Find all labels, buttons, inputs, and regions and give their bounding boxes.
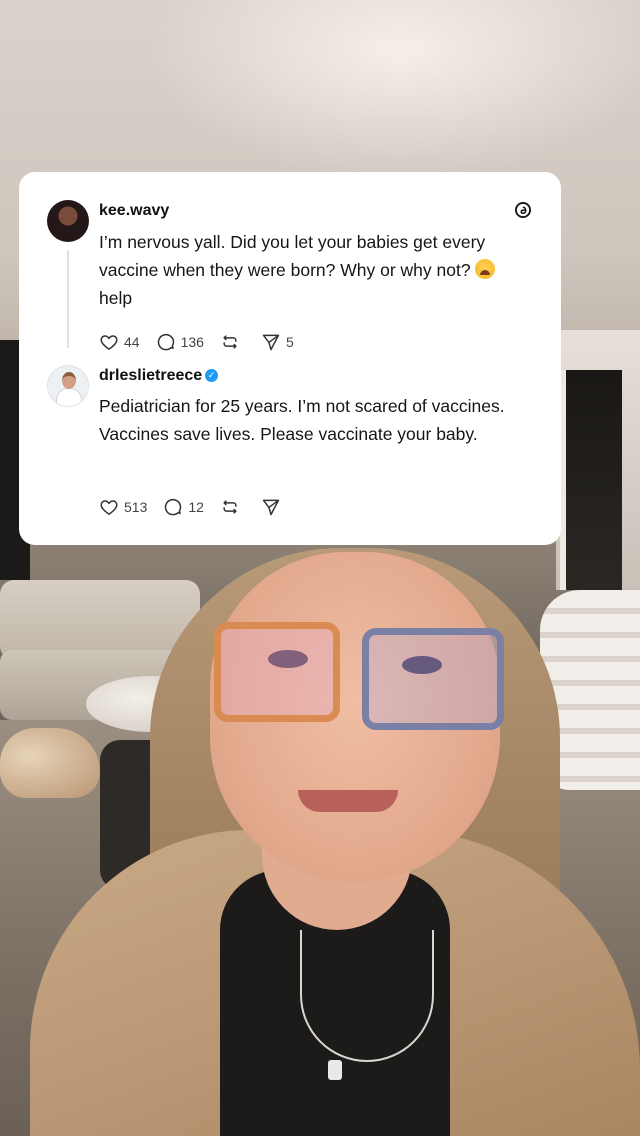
- original-post: kee.wavy I’m nervous yall. Did you let y…: [19, 172, 561, 357]
- threads-post-card: kee.wavy I’m nervous yall. Did you let y…: [19, 172, 561, 545]
- post-text: I’m nervous yall. Did you let your babie…: [99, 228, 521, 312]
- dog-background: [0, 728, 100, 798]
- verified-badge-icon: ✓: [205, 369, 218, 382]
- glasses-right-lens: [362, 628, 504, 730]
- reply-post: drleslietreece ✓ Pediatrician for 25 yea…: [19, 357, 561, 545]
- heart-icon: [100, 500, 118, 515]
- post-text-tail: help: [99, 288, 133, 308]
- reply-button[interactable]: 12: [163, 497, 204, 517]
- post-actions: 44 136 5: [99, 331, 310, 353]
- ceiling-light: [140, 0, 640, 180]
- share-button[interactable]: 5: [261, 332, 294, 352]
- avatar[interactable]: [47, 200, 89, 242]
- video-background: [0, 0, 640, 1136]
- post-text: Pediatrician for 25 years. I’m not scare…: [99, 396, 505, 444]
- repost-icon: [223, 500, 237, 514]
- window-background: [560, 370, 622, 590]
- heart-icon: [100, 335, 118, 350]
- reply-count: 12: [188, 499, 204, 515]
- share-count: 5: [285, 334, 294, 350]
- username[interactable]: drleslietreece: [99, 367, 202, 385]
- reply-button[interactable]: 136: [156, 332, 204, 352]
- necklace: [300, 930, 434, 1062]
- post-text-main: I’m nervous yall. Did you let your babie…: [99, 232, 486, 280]
- necklace-pendant: [328, 1060, 342, 1080]
- repost-button[interactable]: [220, 332, 245, 352]
- username[interactable]: kee.wavy: [99, 202, 169, 220]
- thread-connector-line: [67, 250, 69, 348]
- sofa-background: [0, 580, 200, 660]
- crying-face-emoji-icon: [475, 259, 496, 279]
- threads-icon: [513, 200, 533, 220]
- share-button[interactable]: [261, 497, 286, 517]
- post-actions: 513 12: [99, 496, 302, 518]
- send-icon: [262, 334, 280, 351]
- avatar-coat: [56, 388, 82, 406]
- like-button[interactable]: 513: [99, 497, 147, 517]
- repost-icon: [223, 335, 237, 349]
- like-count: 513: [124, 499, 148, 515]
- like-button[interactable]: 44: [99, 332, 140, 352]
- person-mouth: [298, 790, 398, 812]
- avatar-head: [62, 372, 76, 389]
- comment-icon: [157, 333, 174, 351]
- glasses-left-lens: [214, 622, 340, 722]
- reply-count: 136: [180, 334, 204, 350]
- avatar[interactable]: [47, 365, 89, 407]
- like-count: 44: [124, 334, 140, 350]
- send-icon: [262, 499, 280, 516]
- comment-icon: [165, 498, 182, 516]
- repost-button[interactable]: [220, 497, 245, 517]
